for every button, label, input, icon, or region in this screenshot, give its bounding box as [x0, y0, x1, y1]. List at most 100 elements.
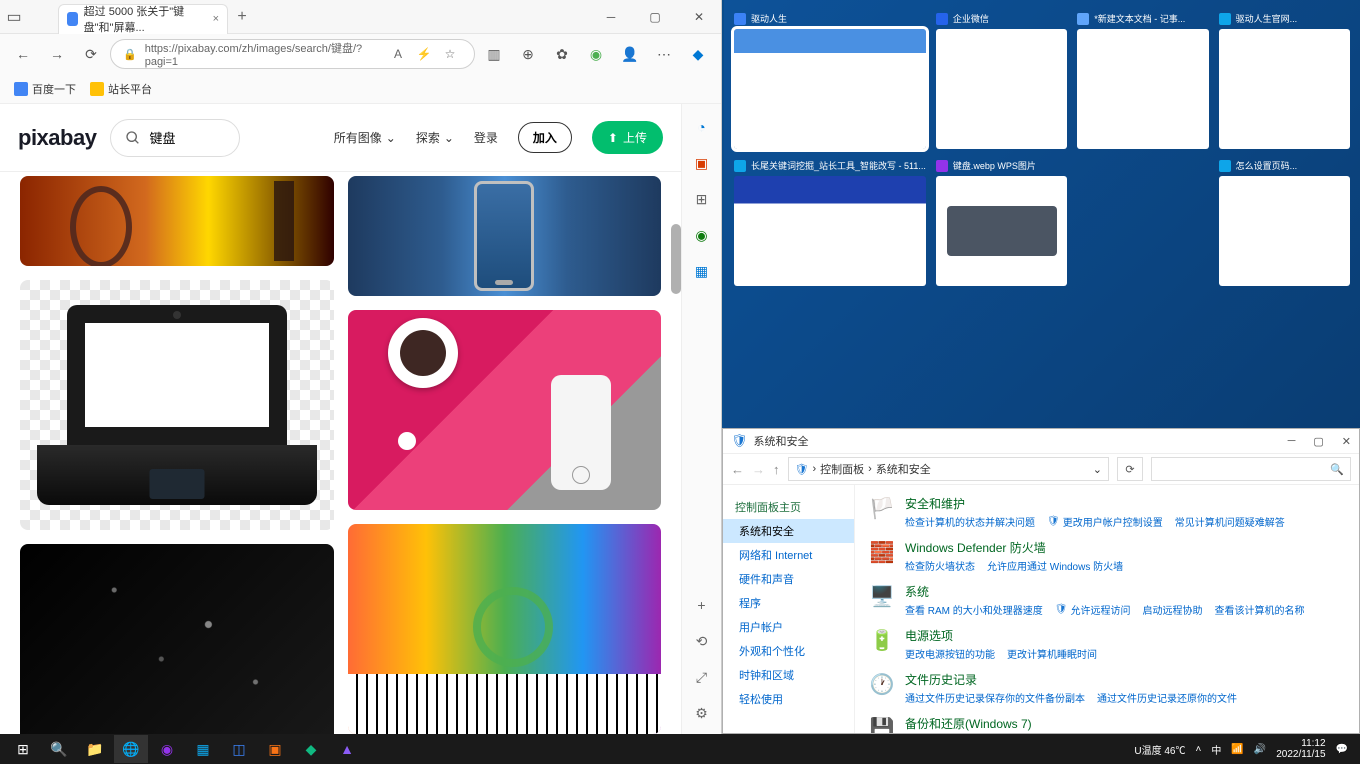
category-title[interactable]: 电源选项 [905, 627, 1097, 644]
sidebar-item-network[interactable]: 网络和 Internet [723, 543, 854, 567]
sidebar-search-icon[interactable]: ◔ [691, 116, 713, 138]
sidebar-item-users[interactable]: 用户帐户 [723, 615, 854, 639]
category-link[interactable]: 查看 RAM 的大小和处理器速度 [905, 602, 1043, 617]
category-title[interactable]: 文件历史记录 [905, 671, 1237, 688]
sidebar-item-programs[interactable]: 程序 [723, 591, 854, 615]
join-button[interactable]: 加入 [518, 122, 572, 153]
star-icon[interactable]: ☆ [438, 42, 462, 66]
tray-overflow-icon[interactable]: ˄ [1195, 744, 1201, 755]
sidebar-settings-icon[interactable]: ⚙ [691, 702, 713, 724]
reader-icon[interactable]: A [386, 42, 410, 66]
volume-icon[interactable]: 🔊 [1254, 744, 1266, 755]
close-tab-icon[interactable]: × [213, 13, 219, 25]
sidebar-item-hardware[interactable]: 硬件和声音 [723, 567, 854, 591]
start-button[interactable]: ⊞ [6, 735, 40, 763]
sidebar-expand-icon[interactable]: ⤢ [691, 666, 713, 688]
app-icon[interactable]: ◆ [294, 735, 328, 763]
bookmark-item[interactable]: 百度一下 [14, 81, 76, 97]
sidebar-office-icon[interactable]: ▦ [691, 260, 713, 282]
app-icon[interactable]: ◫ [222, 735, 256, 763]
forward-button[interactable]: → [752, 462, 765, 477]
notifications-icon[interactable]: 💬 [1336, 744, 1348, 755]
back-button[interactable]: ← [731, 462, 744, 477]
edge-icon[interactable]: 🌐 [114, 735, 148, 763]
image-result[interactable] [348, 176, 662, 296]
category-title[interactable]: Windows Defender 防火墙 [905, 539, 1123, 556]
app-icon[interactable]: ▣ [258, 735, 292, 763]
sidebar-item-ease[interactable]: 轻松使用 [723, 687, 854, 711]
maximize-button[interactable]: ▢ [1313, 435, 1323, 448]
forward-button[interactable]: → [42, 39, 72, 69]
taskview-window[interactable]: 键盘.webp WPS图片 [936, 159, 1067, 286]
search-box[interactable] [110, 119, 240, 157]
explore-dropdown[interactable]: 探索⌄ [416, 129, 454, 146]
image-result[interactable] [20, 176, 334, 266]
menu-icon[interactable]: ⋯ [649, 39, 679, 69]
address-bar[interactable]: 🔒 https://pixabay.com/zh/images/search/键… [110, 39, 475, 69]
image-result[interactable] [348, 524, 662, 734]
category-title[interactable]: 安全和维护 [905, 495, 1285, 512]
minimize-button[interactable]: ─ [1288, 435, 1296, 448]
sidebar-item-appearance[interactable]: 外观和个性化 [723, 639, 854, 663]
cp-search-input[interactable]: 🔍 [1151, 457, 1351, 481]
taskview-window[interactable]: 企业微信 [936, 12, 1067, 149]
chevron-down-icon[interactable]: ⌄ [1093, 463, 1102, 476]
profile-icon[interactable]: 👤 [615, 39, 645, 69]
extensions-icon[interactable]: ✿ [547, 39, 577, 69]
taskview-window[interactable]: *新建文本文档 - 记事... [1077, 12, 1208, 149]
extension2-icon[interactable]: ◉ [581, 39, 611, 69]
sidebar-tools-icon[interactable]: ⊞ [691, 188, 713, 210]
filter-dropdown[interactable]: 所有图像⌄ [334, 129, 396, 146]
clock[interactable]: 11:12 2022/11/15 [1276, 738, 1325, 760]
app-menu-icon[interactable]: ▭ [0, 7, 28, 27]
sidebar-games-icon[interactable]: ◉ [691, 224, 713, 246]
close-button[interactable]: ✕ [677, 0, 721, 34]
category-link[interactable]: 更改计算机睡眠时间 [1007, 646, 1097, 661]
wifi-icon[interactable]: 📶 [1231, 744, 1243, 755]
close-button[interactable]: ✕ [1342, 435, 1351, 448]
input-icon[interactable]: 中 [1211, 742, 1221, 757]
weather-widget[interactable]: U温度 46℃ [1134, 742, 1185, 757]
refresh-button[interactable]: ⟳ [1117, 457, 1143, 481]
up-button[interactable]: ↑ [773, 462, 780, 477]
category-link[interactable]: 通过文件历史记录保存你的文件备份副本 [905, 690, 1085, 705]
category-title[interactable]: 备份和还原(Windows 7) [905, 715, 1093, 732]
category-link[interactable]: 检查计算机的状态并解决问题 [905, 514, 1035, 529]
browser-tab[interactable]: 超过 5000 张关于"键盘"和"屏幕... × [58, 4, 228, 34]
explorer-icon[interactable]: 📁 [78, 735, 112, 763]
search-input[interactable] [149, 130, 219, 145]
sidebar-add-icon[interactable]: + [691, 594, 713, 616]
category-link[interactable]: 常见计算机问题疑难解答 [1175, 514, 1285, 529]
scrollbar[interactable] [671, 224, 681, 294]
copilot-icon[interactable]: ◆ [683, 39, 713, 69]
new-tab-button[interactable]: + [228, 3, 256, 31]
bookmark-item[interactable]: 站长平台 [90, 81, 152, 97]
category-link[interactable]: 通过文件历史记录还原你的文件 [1097, 690, 1237, 705]
translate-icon[interactable]: ⚡ [412, 42, 436, 66]
taskview-window[interactable]: 驱动人生官网... [1219, 12, 1350, 149]
upload-button[interactable]: ⬆上传 [592, 121, 663, 154]
image-result[interactable] [20, 544, 334, 734]
pixabay-logo[interactable]: pixabay [18, 125, 96, 151]
login-link[interactable]: 登录 [474, 129, 498, 146]
breadcrumb[interactable]: 🛡 › 控制面板 › 系统和安全 ⌄ [788, 457, 1110, 481]
collections-icon[interactable]: ⊕ [513, 39, 543, 69]
sidebar-shop-icon[interactable]: ▣ [691, 152, 713, 174]
search-button[interactable]: 🔍 [42, 735, 76, 763]
back-button[interactable]: ← [8, 39, 38, 69]
maximize-button[interactable]: ▢ [633, 0, 677, 34]
minimize-button[interactable]: ─ [589, 0, 633, 34]
category-title[interactable]: 系统 [905, 583, 1304, 600]
category-link[interactable]: 🛡允许远程访问 [1055, 602, 1131, 617]
sidebar-item-security[interactable]: 系统和安全 [723, 519, 854, 543]
sidebar-history-icon[interactable]: ⟲ [691, 630, 713, 652]
sidebar-header[interactable]: 控制面板主页 [723, 495, 854, 519]
taskview-window[interactable]: 驱动人生 [734, 12, 926, 149]
category-link[interactable]: 启动远程协助 [1142, 602, 1202, 617]
category-link[interactable]: 更改电源按钮的功能 [905, 646, 995, 661]
refresh-button[interactable]: ⟳ [76, 39, 106, 69]
app-icon[interactable]: ▦ [186, 735, 220, 763]
taskview-window[interactable]: 怎么设置页码... [1219, 159, 1350, 286]
image-result[interactable] [20, 280, 334, 530]
app-icon[interactable]: ◉ [150, 735, 184, 763]
